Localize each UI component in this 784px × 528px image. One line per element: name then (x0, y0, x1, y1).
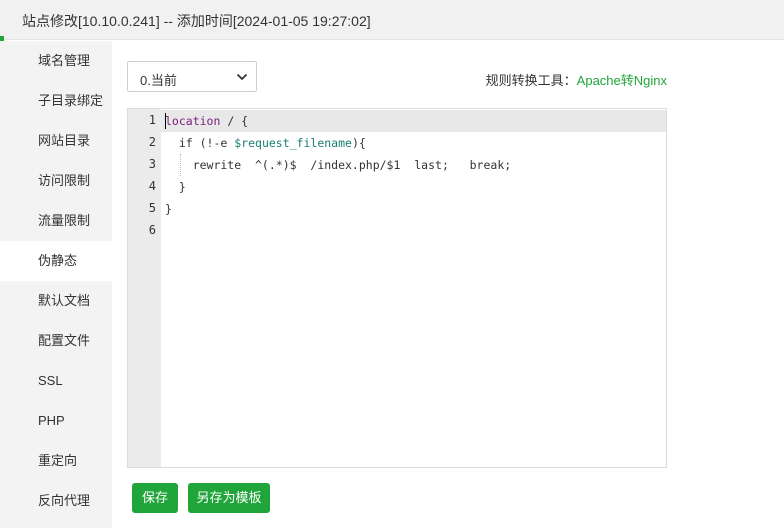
window-titlebar: 站点修改[10.10.0.241] -- 添加时间[2024-01-05 19:… (0, 0, 784, 44)
code-text: ){ (351, 136, 366, 150)
code-line: } (165, 198, 172, 220)
sidebar-item-reverse-proxy[interactable]: 反向代理 (0, 481, 112, 521)
sidebar-item-default-document[interactable]: 默认文档 (0, 281, 112, 321)
window-title: 站点修改[10.10.0.241] -- 添加时间[2024-01-05 19:… (22, 13, 371, 29)
line-number: 6 (148, 223, 156, 237)
save-as-template-button[interactable]: 另存为模板 (188, 483, 270, 513)
code-text: } (165, 202, 172, 216)
code-line: location / { (165, 110, 248, 132)
code-text: } (165, 180, 186, 194)
code-text: if (!-e (165, 136, 235, 150)
code-line: rewrite ^(.*)$ /index.php/$1 last; break… (165, 154, 512, 176)
sidebar-item-traffic-limit[interactable]: 流量限制 (0, 201, 112, 241)
sidebar-item-config-file[interactable]: 配置文件 (0, 321, 112, 361)
sidebar-item-rewrite[interactable]: 伪静态 (0, 241, 112, 281)
line-number: 3 (148, 157, 156, 171)
sidebar-item-ssl[interactable]: SSL (0, 361, 112, 401)
text-cursor (165, 113, 166, 129)
code-keyword: location (165, 114, 221, 128)
line-number: 5 (148, 201, 156, 215)
sidebar-item-site-directory[interactable]: 网站目录 (0, 121, 112, 161)
save-button[interactable]: 保存 (132, 483, 178, 513)
line-number: 4 (148, 179, 156, 193)
convert-tool-label: 规则转换工具： (485, 73, 577, 88)
line-number-gutter: 1 2 3 4 5 6 (128, 109, 161, 467)
sidebar-item-domain-management[interactable]: 域名管理 (0, 41, 112, 81)
sidebar-item-subdirectory-binding[interactable]: 子目录绑定 (0, 81, 112, 121)
sidebar-item-access-restriction[interactable]: 访问限制 (0, 161, 112, 201)
code-line: } (165, 176, 186, 198)
sidebar-item-redirect[interactable]: 重定向 (0, 441, 112, 481)
apache-to-nginx-link[interactable]: Apache转Nginx (577, 73, 667, 88)
sidebar: 域名管理 子目录绑定 网站目录 访问限制 流量限制 伪静态 默认文档 配置文件 … (0, 41, 112, 528)
code-line: if (!-e $request_filename){ (165, 132, 366, 154)
convert-tool: 规则转换工具：Apache转Nginx (486, 70, 667, 89)
code-text: / { (220, 114, 249, 128)
code-editor[interactable]: 1 2 3 4 5 6 location / { if (!-e $reques… (127, 108, 667, 468)
sidebar-item-php[interactable]: PHP (0, 401, 112, 441)
rewrite-template-select[interactable]: 0.当前 (127, 61, 257, 92)
rewrite-template-select-value: 0.当前 (140, 73, 177, 88)
code-variable: $request_filename (234, 136, 352, 150)
line-number: 2 (148, 135, 156, 149)
line-number: 1 (148, 113, 156, 127)
code-text: rewrite ^(.*)$ /index.php/$1 last; break… (165, 158, 512, 172)
chevron-down-icon (237, 74, 247, 80)
